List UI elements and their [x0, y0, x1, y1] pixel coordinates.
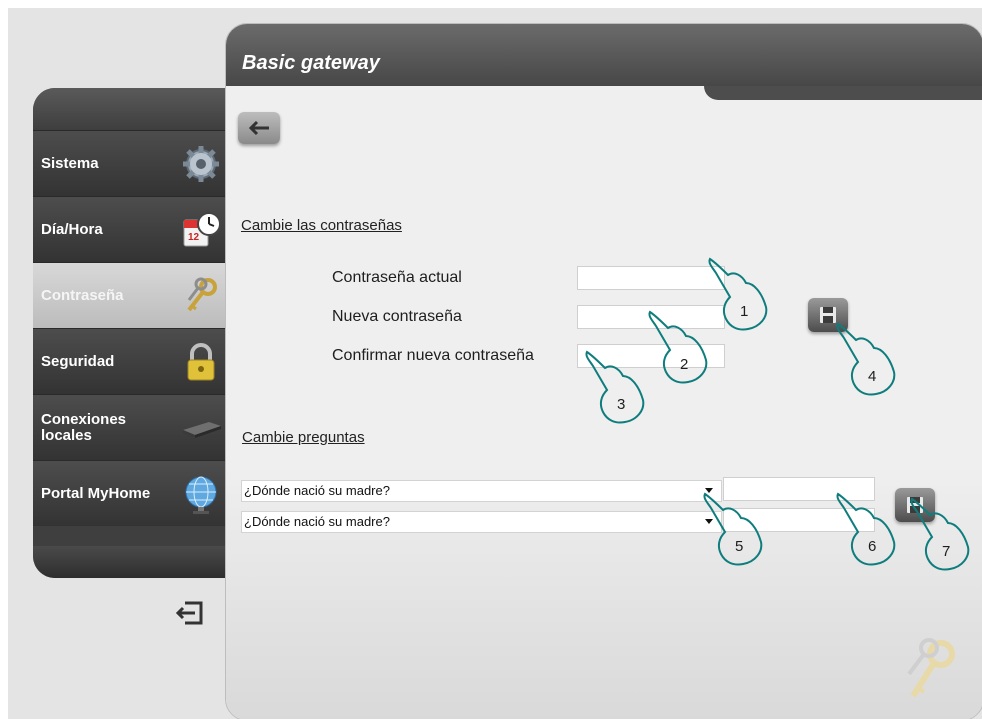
confirm-password-label: Confirmar nueva contraseña [332, 347, 534, 364]
sidebar-bottom [33, 546, 253, 578]
floppy-disk-icon [820, 307, 836, 323]
sidebar-item-label: Día/Hora [41, 221, 103, 238]
sidebar-item-label: Conexiones locales [41, 411, 127, 444]
sidebar-item-label: Portal MyHome [41, 485, 151, 502]
back-button[interactable] [238, 112, 280, 144]
gear-icon [183, 146, 219, 182]
sidebar-item-label: Contraseña [41, 287, 124, 304]
callout-number: 3 [617, 396, 626, 413]
pointing-hand-icon [703, 492, 763, 566]
sidebar-item-label: Sistema [41, 155, 99, 172]
passwords-section-title: Cambie las contraseñas [241, 217, 402, 234]
callout-number: 1 [740, 303, 749, 320]
keys-watermark-icon [907, 638, 955, 698]
sidebar-item-sistema[interactable]: Sistema [33, 130, 253, 196]
callout-6: 6 [836, 488, 906, 568]
callout-number: 4 [868, 368, 877, 385]
sidebar-item-portal-myhome[interactable]: Portal MyHome [33, 460, 253, 526]
globe-icon [185, 476, 217, 514]
callout-2: 2 [648, 306, 718, 386]
pointing-hand-icon [708, 257, 768, 331]
callout-number: 2 [680, 356, 689, 373]
callout-number: 5 [735, 538, 744, 555]
callout-5: 5 [703, 488, 773, 568]
sidebar: Sistema Día/Hora 12 Contraseña Seguridad… [33, 88, 253, 578]
sidebar-top [33, 88, 253, 130]
pointing-hand-icon [585, 350, 645, 424]
pointing-hand-icon [836, 322, 896, 396]
callout-1: 1 [708, 253, 778, 333]
current-password-field[interactable] [577, 266, 725, 290]
sidebar-item-dia-hora[interactable]: Día/Hora 12 [33, 196, 253, 262]
question-1-value: ¿Dónde nació su madre? [244, 483, 390, 498]
question-1-select[interactable]: ¿Dónde nació su madre? [241, 480, 722, 502]
question-2-value: ¿Dónde nació su madre? [244, 514, 390, 529]
logout-icon[interactable] [175, 600, 205, 626]
current-password-label: Contraseña actual [332, 269, 462, 286]
callout-3: 3 [585, 346, 655, 426]
padlock-icon [187, 343, 215, 381]
page-title: Basic gateway [242, 52, 380, 74]
callout-number: 7 [942, 543, 951, 560]
pointing-hand-icon [836, 492, 896, 566]
new-password-label: Nueva contraseña [332, 308, 462, 325]
header-bar: Basic gateway [226, 24, 982, 86]
callout-number: 6 [868, 538, 877, 555]
callout-7: 7 [910, 493, 980, 573]
keys-icon [187, 277, 217, 312]
question-2-select[interactable]: ¿Dónde nació su madre? [241, 511, 722, 533]
pointing-hand-icon [648, 310, 708, 384]
sidebar-item-contrasena[interactable]: Contraseña [33, 262, 253, 328]
sidebar-item-conexiones-locales[interactable]: Conexiones locales [33, 394, 253, 460]
screen: Sistema Día/Hora 12 Contraseña Seguridad… [8, 8, 982, 719]
svg-text:12: 12 [188, 232, 200, 243]
header-tab-edge [704, 86, 982, 100]
callout-4: 4 [836, 318, 906, 398]
pointing-hand-icon [910, 497, 970, 571]
sidebar-item-label: Seguridad [41, 353, 115, 370]
calendar-clock-icon: 12 [183, 212, 221, 247]
back-arrow-icon [248, 120, 269, 136]
questions-section-title: Cambie preguntas [242, 429, 365, 446]
sidebar-item-seguridad[interactable]: Seguridad [33, 328, 253, 394]
router-icon [183, 422, 221, 438]
